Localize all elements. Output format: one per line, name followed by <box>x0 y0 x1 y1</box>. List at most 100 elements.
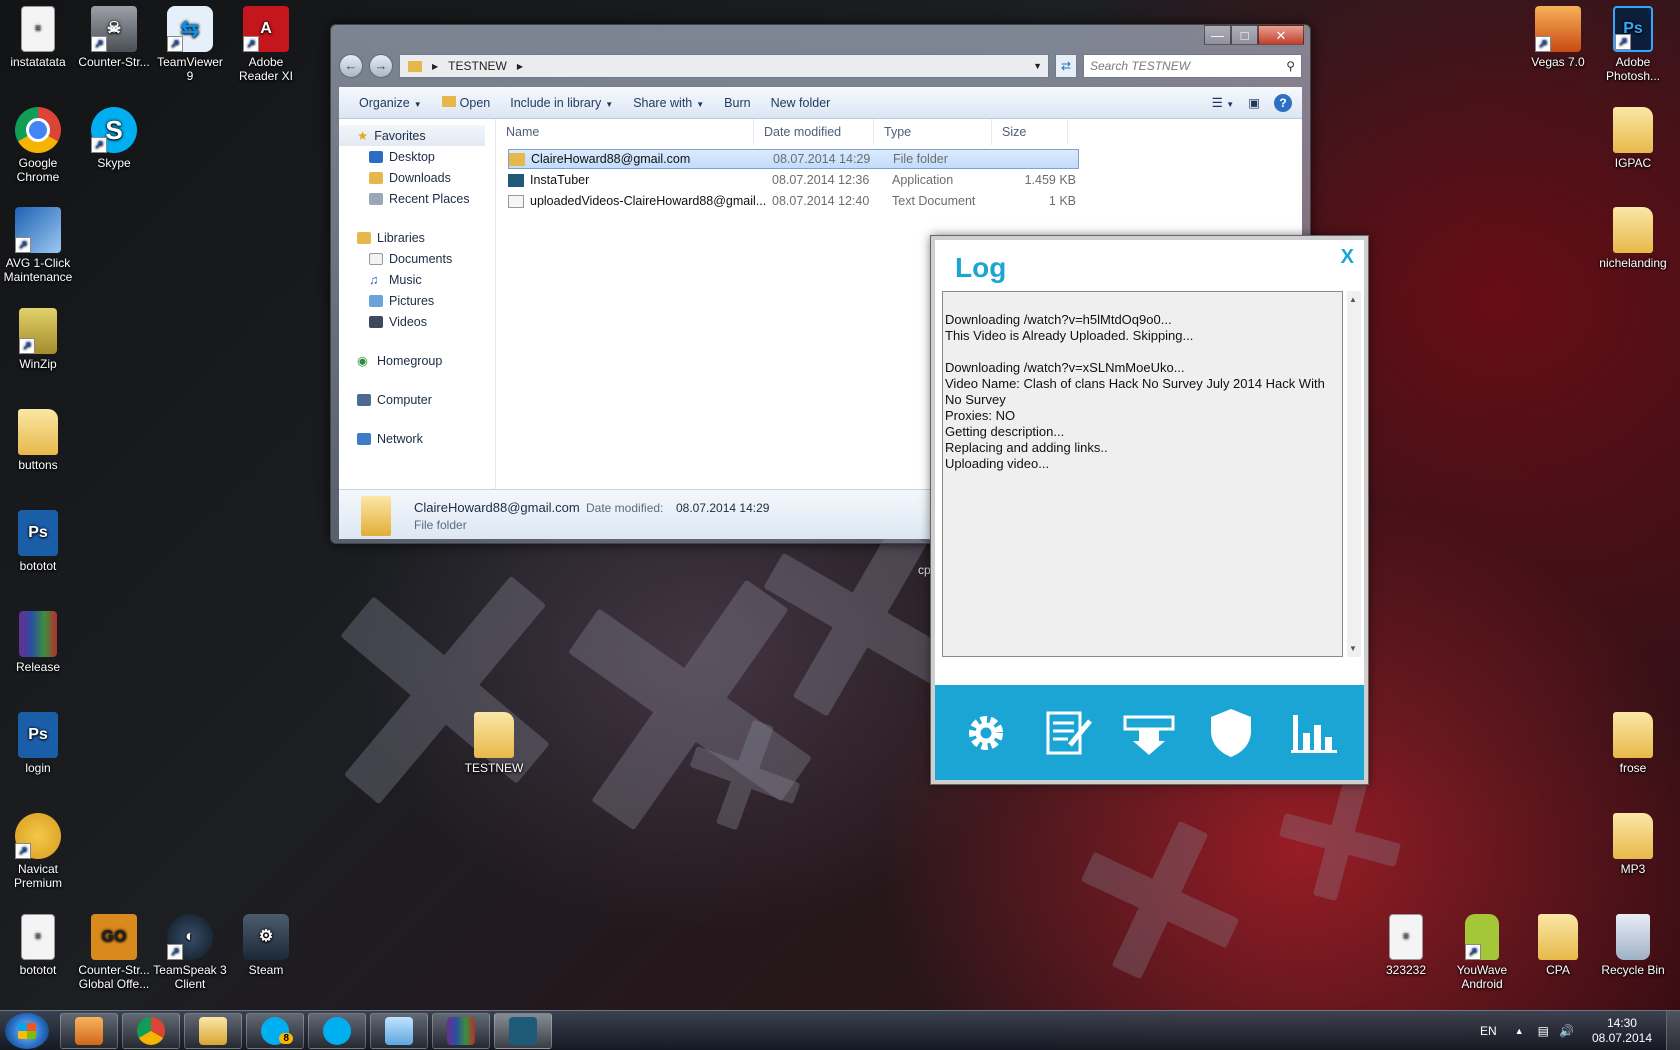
chevron-up-icon[interactable]: ▲ <box>1515 1026 1524 1036</box>
folder-icon <box>1538 914 1578 960</box>
back-button[interactable]: ← <box>339 54 363 78</box>
desktop-icon[interactable]: ≡ 323232 <box>1368 914 1444 977</box>
file-row[interactable]: InstaTuber 08.07.2014 12:36 Application 1.4… <box>508 170 1079 190</box>
desktop-icon[interactable]: nichelanding <box>1595 207 1671 270</box>
taskbar-button[interactable]: 8 <box>246 1013 304 1049</box>
desktop-icon[interactable]: ≡ bototot <box>0 914 76 977</box>
log-scrollbar[interactable]: ▲ ▼ <box>1347 291 1361 657</box>
nav-documents[interactable]: Documents <box>339 248 495 269</box>
desktop-icon[interactable]: Navicat Premium <box>0 813 76 890</box>
search-placeholder: Search TESTNEW <box>1090 59 1191 73</box>
view-options-icon[interactable]: ☰ ▼ <box>1212 95 1235 110</box>
new-folder-button[interactable]: New folder <box>761 96 841 110</box>
desktop-icon[interactable]: ⚙ Steam <box>228 914 304 977</box>
nav-favorites[interactable]: ★ Favorites <box>339 125 485 146</box>
taskbar-button[interactable] <box>122 1013 180 1049</box>
nav-homegroup[interactable]: ◉ Homegroup <box>339 350 495 371</box>
include-in-library-button[interactable]: Include in library ▼ <box>500 96 623 110</box>
desktop-icon[interactable]: Google Chrome <box>0 107 76 184</box>
desktop-icon-label: Counter-Str... Global Offe... <box>78 963 150 991</box>
nav-pictures[interactable]: Pictures <box>339 290 495 311</box>
nav-computer[interactable]: Computer <box>339 389 495 410</box>
nav-network[interactable]: Network <box>339 428 495 449</box>
network-icon[interactable]: ▤ <box>1538 1024 1549 1038</box>
close-button[interactable]: ✕ <box>1258 25 1304 45</box>
desktop-icon[interactable]: frose <box>1595 712 1671 775</box>
nav-music[interactable]: ♫ Music <box>339 269 495 290</box>
desktop-icon[interactable]: ≡ instatatata <box>0 6 76 69</box>
column-size[interactable]: Size <box>992 119 1068 145</box>
log-close-button[interactable]: X <box>1341 246 1354 269</box>
taskbar-button[interactable] <box>494 1013 552 1049</box>
desktop-icon[interactable]: IGPAC <box>1595 107 1671 170</box>
log-output[interactable]: Downloading /watch?v=h5lMtdOq9o0... This… <box>942 291 1343 657</box>
start-button[interactable] <box>5 1013 49 1049</box>
nav-downloads[interactable]: Downloads <box>339 167 495 188</box>
column-type[interactable]: Type <box>874 119 992 145</box>
homegroup-icon: ◉ <box>357 354 368 368</box>
scroll-down-icon[interactable]: ▼ <box>1349 644 1357 653</box>
file-row[interactable]: ClaireHoward88@gmail.com 08.07.2014 14:29… <box>508 149 1079 169</box>
desktop-icon[interactable]: S Skype <box>76 107 152 170</box>
nav-desktop[interactable]: Desktop <box>339 146 495 167</box>
log-window[interactable]: Log X Downloading /watch?v=h5lMtdOq9o0..… <box>930 235 1369 785</box>
desktop-icon[interactable]: MP3 <box>1595 813 1671 876</box>
taskbar-button[interactable] <box>370 1013 428 1049</box>
clock[interactable]: 14:30 08.07.2014 <box>1592 1016 1652 1046</box>
taskbar-button[interactable] <box>308 1013 366 1049</box>
desktop-icon-label: Release <box>15 660 61 674</box>
search-input[interactable]: Search TESTNEW ⚲ <box>1083 54 1302 78</box>
upload-icon[interactable] <box>1121 705 1177 761</box>
refresh-button[interactable]: ⇄ <box>1055 54 1077 78</box>
desktop-icon[interactable]: Ps bototot <box>0 510 76 573</box>
share-with-button[interactable]: Share with ▼ <box>623 96 714 110</box>
notes-icon[interactable] <box>1040 705 1096 761</box>
scroll-up-icon[interactable]: ▲ <box>1349 295 1357 304</box>
nav-videos[interactable]: Videos <box>339 311 495 332</box>
column-date[interactable]: Date modified <box>754 119 874 145</box>
show-desktop-button[interactable] <box>1666 1011 1680 1050</box>
desktop-icon[interactable]: GO Counter-Str... Global Offe... <box>76 914 152 991</box>
desktop-icon[interactable]: A Adobe Reader XI <box>228 6 304 83</box>
minimize-button[interactable]: — <box>1204 25 1231 45</box>
desktop-icon[interactable]: ⇆ TeamViewer 9 <box>152 6 228 83</box>
volume-icon[interactable]: 🔊 <box>1559 1024 1574 1038</box>
desktop-icon[interactable]: Release <box>0 611 76 674</box>
stats-icon[interactable] <box>1285 705 1341 761</box>
desktop-icon[interactable]: CPA <box>1520 914 1596 977</box>
desktop-icon[interactable]: Ps login <box>0 712 76 775</box>
desktop-icon[interactable]: AVG 1-Click Maintenance <box>0 207 76 284</box>
forward-button[interactable]: → <box>369 54 393 78</box>
desktop-icon[interactable]: Vegas 7.0 <box>1520 6 1596 69</box>
open-button[interactable]: Open <box>432 95 501 110</box>
desktop-icon[interactable]: ◐ TeamSpeak 3 Client <box>152 914 228 991</box>
organize-button[interactable]: Organize ▼ <box>349 96 432 110</box>
shield-icon[interactable] <box>1203 705 1259 761</box>
burn-button[interactable]: Burn <box>714 96 760 110</box>
desktop-icon[interactable]: WinZip <box>0 308 76 371</box>
help-icon[interactable]: ? <box>1274 93 1292 112</box>
settings-icon[interactable] <box>958 705 1014 761</box>
desktop-icon[interactable]: ☠ Counter-Str... <box>76 6 152 69</box>
desktop-icon[interactable]: Ps Adobe Photosh... <box>1595 6 1671 83</box>
preview-pane-icon[interactable]: ▣ <box>1248 95 1260 110</box>
address-bar[interactable]: ▶ TESTNEW ▶ ▼ <box>399 54 1049 78</box>
language-indicator[interactable]: EN <box>1480 1024 1497 1038</box>
desktop-icon-label: Skype <box>97 156 131 170</box>
taskbar-button[interactable] <box>184 1013 242 1049</box>
nav-libraries[interactable]: Libraries <box>339 227 495 248</box>
maximize-button[interactable]: □ <box>1231 25 1258 45</box>
taskbar-button[interactable] <box>60 1013 118 1049</box>
desktop-icon-testnew[interactable]: TESTNEW <box>456 712 532 775</box>
nav-label: Recent Places <box>389 191 470 206</box>
desktop-icon[interactable]: YouWave Android <box>1444 914 1520 991</box>
desktop-icon[interactable]: buttons <box>0 409 76 472</box>
taskbar-button[interactable] <box>432 1013 490 1049</box>
breadcrumb[interactable]: TESTNEW <box>448 59 507 73</box>
chevron-down-icon[interactable]: ▼ <box>1033 61 1042 71</box>
file-row[interactable]: uploadedVideos-ClaireHoward88@gmail... 08… <box>508 191 1079 211</box>
nav-recent-places[interactable]: Recent Places <box>339 188 495 209</box>
desktop-icon[interactable]: Recycle Bin <box>1595 914 1671 977</box>
column-name[interactable]: Name <box>496 119 754 145</box>
nav-label: Network <box>377 431 423 446</box>
